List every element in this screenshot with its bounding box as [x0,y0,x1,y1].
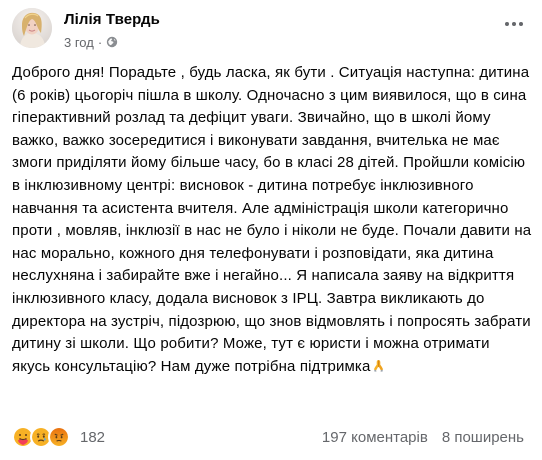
globe-icon[interactable] [106,36,118,48]
folded-hands-emoji [371,358,386,373]
reaction-summary[interactable]: 182 [12,426,105,448]
meta-separator: · [97,34,103,50]
post-footer: 182 197 коментарів 8 поширень [12,423,524,451]
post-body: Доброго дня! Порадьте , будь ласка, як б… [12,62,532,378]
author-avatar[interactable] [12,8,52,48]
reaction-count[interactable]: 182 [80,429,105,446]
shares-count[interactable]: 8 поширень [442,429,524,446]
post-header: Лілія Твердь 3 год · [12,8,532,56]
post-time[interactable]: 3 год [64,35,94,50]
post-text: Доброго дня! Порадьте , будь ласка, як б… [12,64,532,375]
post-meta: 3 год · [64,34,118,50]
post-stats: 197 коментарів 8 поширень [322,429,524,446]
comments-count[interactable]: 197 коментарів [322,429,428,446]
more-horizontal-icon[interactable] [496,12,532,36]
author-name[interactable]: Лілія Твердь [64,11,160,28]
reaction-icons [12,426,70,448]
angry-reaction-icon [48,426,70,448]
facebook-post: Лілія Твердь 3 год · Доброго дня! Порадь… [0,0,542,460]
